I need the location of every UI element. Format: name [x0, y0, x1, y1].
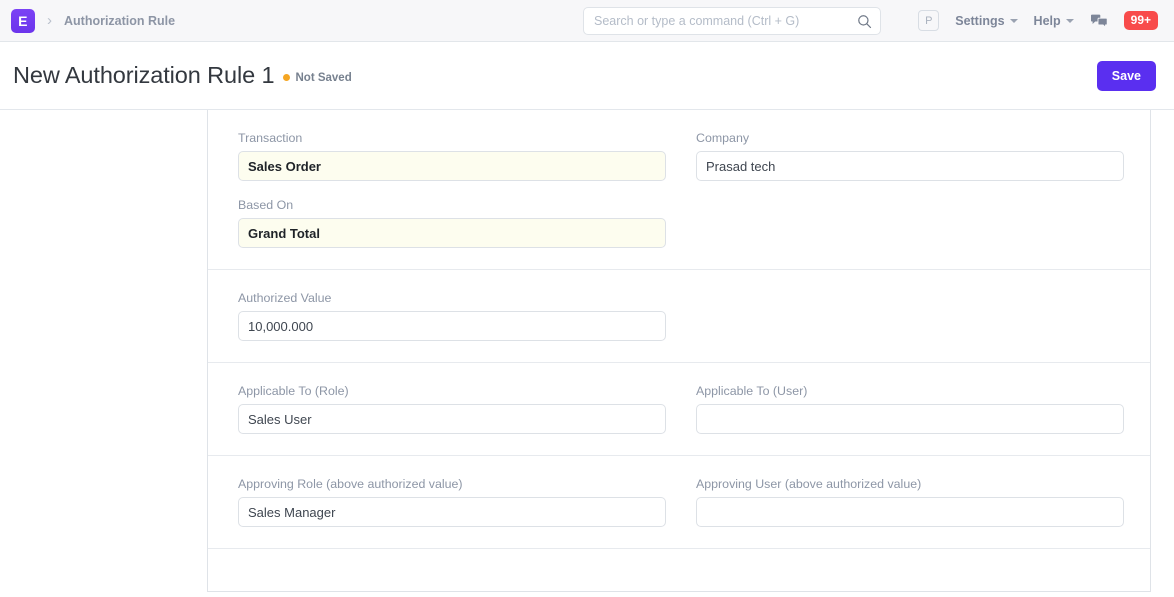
field-label: Applicable To (User)	[696, 384, 808, 398]
form-column-left: Applicable To (Role)	[238, 384, 666, 434]
settings-label: Settings	[955, 13, 1005, 28]
chat-bubbles-icon[interactable]	[1090, 13, 1108, 29]
page-header: New Authorization Rule 1 Not Saved Save	[0, 42, 1174, 110]
notification-badge[interactable]: 99+	[1123, 11, 1158, 30]
status-badge: Not Saved	[283, 71, 352, 84]
form-section: Transaction Based On Company	[208, 110, 1150, 270]
form-field: Approving Role (above authorized value)	[238, 477, 666, 527]
field-label: Applicable To (Role)	[238, 384, 349, 398]
title-row: New Authorization Rule 1 Not Saved	[13, 62, 352, 89]
search-input[interactable]	[594, 14, 857, 28]
form-field: Approving User (above authorized value)	[696, 477, 1124, 527]
form-section: Authorized Value	[208, 270, 1150, 363]
chevron-right-icon: ›	[47, 12, 52, 29]
field-input[interactable]	[238, 218, 666, 248]
form-section: Approving Role (above authorized value) A…	[208, 456, 1150, 549]
navbar-right: P Settings Help 99+	[918, 10, 1160, 31]
form-row: Transaction Based On Company	[238, 131, 1124, 248]
field-label: Approving User (above authorized value)	[696, 477, 922, 491]
app-logo-icon[interactable]: E	[11, 8, 35, 33]
field-input[interactable]	[238, 404, 666, 434]
form-column-right: Company	[696, 131, 1124, 248]
field-input[interactable]	[238, 497, 666, 527]
form-field: Transaction	[238, 131, 666, 181]
form-row: Applicable To (Role) Applicable To (User)	[238, 384, 1124, 434]
save-button[interactable]: Save	[1096, 60, 1156, 91]
chevron-down-icon	[1009, 18, 1018, 23]
form-column-right	[696, 291, 1124, 341]
page-content: Transaction Based On Company Authorized Val…	[0, 110, 1174, 597]
page-title: New Authorization Rule 1	[13, 62, 275, 88]
field-label: Transaction	[238, 131, 303, 145]
field-input[interactable]	[238, 151, 666, 181]
status-label: Not Saved	[295, 71, 352, 84]
form-column-left: Authorized Value	[238, 291, 666, 341]
navbar-left: E › Authorization Rule	[11, 8, 175, 33]
form-field: Authorized Value	[238, 291, 666, 341]
field-input[interactable]	[696, 497, 1124, 527]
chevron-down-icon	[1065, 18, 1074, 23]
field-label: Company	[696, 131, 750, 145]
form-card: Transaction Based On Company Authorized Val…	[207, 110, 1151, 592]
help-dropdown[interactable]: Help	[1034, 14, 1074, 28]
form-field: Applicable To (User)	[696, 384, 1124, 434]
form-row: Authorized Value	[238, 291, 1120, 341]
status-dot-icon	[283, 74, 291, 81]
form-column-right: Applicable To (User)	[696, 384, 1124, 434]
navbar-center	[583, 7, 881, 35]
search-icon[interactable]	[857, 14, 872, 29]
form-section-spacer	[208, 549, 1150, 591]
navbar: E › Authorization Rule P Settings Help	[0, 0, 1174, 42]
form-column-left: Approving Role (above authorized value)	[238, 477, 666, 527]
field-input[interactable]	[696, 151, 1124, 181]
form-row: Approving Role (above authorized value) A…	[238, 477, 1124, 527]
field-input[interactable]	[238, 311, 666, 341]
breadcrumb[interactable]: Authorization Rule	[64, 14, 175, 28]
form-column-right: Approving User (above authorized value)	[696, 477, 1124, 527]
field-label: Approving Role (above authorized value)	[238, 477, 463, 491]
help-label: Help	[1033, 13, 1061, 28]
field-label: Authorized Value	[238, 291, 332, 305]
field-label: Based On	[238, 198, 294, 212]
form-section: Applicable To (Role) Applicable To (User)	[208, 363, 1150, 456]
field-input[interactable]	[696, 404, 1124, 434]
form-field: Company	[696, 131, 1124, 181]
search-box[interactable]	[583, 7, 881, 35]
avatar[interactable]: P	[918, 10, 940, 31]
settings-dropdown[interactable]: Settings	[955, 13, 1018, 28]
form-field: Based On	[238, 198, 666, 248]
form-field: Applicable To (Role)	[238, 384, 666, 434]
form-column-left: Transaction Based On	[238, 131, 666, 248]
